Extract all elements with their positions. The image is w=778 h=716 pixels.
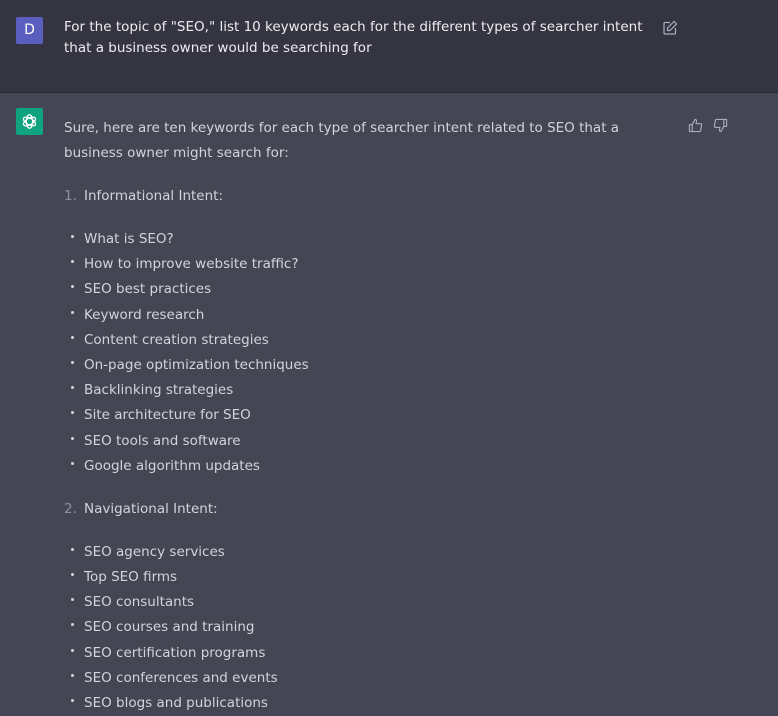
list-item: Google algorithm updates	[64, 454, 664, 479]
keyword: SEO tools and software	[84, 432, 241, 449]
list-item: Backlinking strategies	[64, 378, 664, 403]
keyword: SEO best practices	[84, 281, 212, 298]
bullet	[71, 598, 74, 602]
keyword: SEO certification programs	[84, 644, 266, 661]
section-number: 2.	[64, 500, 77, 517]
assistant-avatar	[16, 108, 43, 135]
section-number: 1.	[64, 188, 77, 204]
list-item: Keyword research	[64, 303, 664, 328]
keyword: Google algorithm updates	[84, 457, 260, 474]
list-item: SEO tools and software	[64, 429, 664, 454]
bullet	[71, 648, 74, 652]
bullet	[71, 310, 74, 314]
list-item: SEO blogs and publications	[64, 691, 664, 716]
keyword: Backlinking strategies	[84, 382, 234, 399]
keyword: SEO conferences and events	[84, 669, 278, 686]
list-item: SEO consultants	[64, 590, 664, 615]
assistant-message-body: Sure, here are ten keywords for each typ…	[64, 116, 664, 716]
bullet	[71, 547, 74, 551]
keyword: SEO courses and training	[84, 619, 255, 636]
assistant-message: Sure, here are ten keywords for each typ…	[0, 93, 778, 715]
list-item: SEO conferences and events	[64, 666, 664, 691]
bullet	[71, 623, 74, 627]
list-item: Top SEO firms	[64, 565, 664, 590]
bullet	[71, 260, 74, 264]
bullet	[71, 235, 74, 238]
keyword: Site architecture for SEO	[84, 407, 251, 424]
list-item: SEO courses and training	[64, 615, 664, 640]
section-title: Navigational Intent:	[84, 500, 218, 517]
list-item: SEO best practices	[64, 277, 664, 302]
user-message: ‹ D For the topic of "SEO," list 10 keyw…	[0, 0, 778, 93]
edit-icon[interactable]	[662, 20, 678, 36]
assistant-intro: Sure, here are ten keywords for each typ…	[64, 120, 620, 161]
list-item: SEO agency services	[64, 540, 664, 565]
keyword: Content creation strategies	[84, 331, 269, 348]
list-item: On-page optimization techniques	[64, 353, 664, 378]
keyword: On-page optimization techniques	[84, 356, 309, 373]
section-heading: 2. Navigational Intent:	[64, 497, 664, 522]
keyword: SEO consultants	[84, 594, 195, 611]
keyword: SEO blogs and publications	[84, 695, 268, 711]
keyword-list-informational: What is SEO? How to improve website traf…	[64, 227, 664, 479]
keyword: How to improve website traffic?	[84, 256, 299, 273]
bullet	[71, 360, 74, 364]
bullet	[71, 386, 74, 390]
keyword: SEO agency services	[84, 543, 225, 560]
bullet	[71, 673, 74, 677]
bullet	[71, 285, 74, 289]
list-item: Content creation strategies	[64, 328, 664, 353]
list-item: How to improve website traffic?	[64, 252, 664, 277]
bullet	[71, 699, 74, 702]
thumbs-down-icon[interactable]	[713, 118, 728, 133]
keyword: Top SEO firms	[84, 569, 178, 586]
bullet	[71, 335, 74, 339]
list-item: What is SEO?	[64, 227, 664, 252]
user-avatar: D	[16, 17, 43, 44]
chevron-left-icon[interactable]: ‹	[0, 23, 5, 33]
user-message-text: For the topic of "SEO," list 10 keywords…	[64, 19, 643, 56]
list-item: SEO certification programs	[64, 641, 664, 666]
bullet	[71, 461, 74, 465]
openai-logo-icon	[22, 114, 37, 129]
user-avatar-letter: D	[24, 22, 35, 38]
bullet	[71, 573, 74, 577]
keyword: What is SEO?	[84, 231, 174, 247]
keyword-list-navigational: SEO agency services Top SEO firms SEO co…	[64, 540, 664, 716]
bullet	[71, 411, 74, 415]
thumbs-up-icon[interactable]	[688, 118, 703, 133]
keyword: Keyword research	[84, 306, 205, 323]
section-heading: 1. Informational Intent:	[64, 184, 664, 209]
bullet	[71, 436, 74, 440]
section-title: Informational Intent:	[84, 188, 223, 204]
list-item: Site architecture for SEO	[64, 403, 664, 428]
